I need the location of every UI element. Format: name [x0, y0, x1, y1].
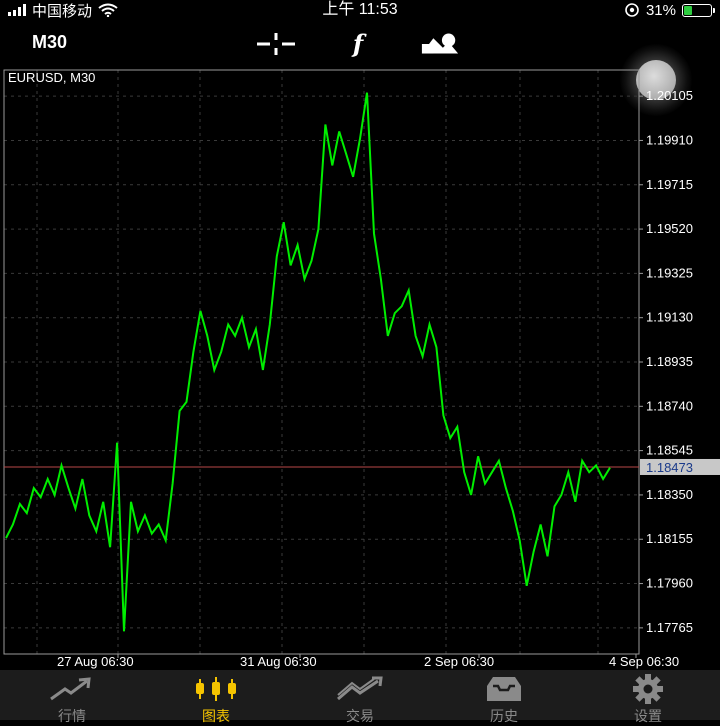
- price-tick-label: 1.18155: [646, 531, 693, 546]
- history-icon: [432, 674, 576, 704]
- price-tick-label: 1.18740: [646, 398, 693, 413]
- tab-quotes[interactable]: 行情: [0, 670, 144, 724]
- price-tick-label: 1.20105: [646, 88, 693, 103]
- time-tick-label: 2 Sep 06:30: [424, 654, 494, 669]
- function-icon[interactable]: f: [338, 28, 378, 60]
- tab-quotes-label: 行情: [58, 708, 86, 724]
- price-tick-label: 1.17960: [646, 576, 693, 591]
- tab-chart[interactable]: 图表: [144, 670, 288, 724]
- status-bar: 中国移动 上午 11:53 31%: [0, 0, 720, 20]
- time-tick-label: 27 Aug 06:30: [57, 654, 134, 669]
- chart-grid: [4, 70, 639, 654]
- chart-toolbar: M30 f: [0, 22, 720, 66]
- orientation-lock-icon: [625, 3, 639, 17]
- battery-fill: [684, 5, 692, 15]
- tab-trade[interactable]: 交易: [288, 670, 432, 724]
- price-tick-label: 1.18935: [646, 354, 693, 369]
- battery-icon: [682, 3, 715, 17]
- battery-percent: 31%: [645, 1, 676, 19]
- tab-history[interactable]: 历史: [432, 670, 576, 724]
- objects-icon[interactable]: [420, 28, 460, 60]
- tab-settings[interactable]: 设置: [576, 670, 720, 724]
- tab-trade-label: 交易: [346, 708, 374, 724]
- crosshair-icon[interactable]: [256, 28, 296, 60]
- chart-icon: [144, 674, 288, 704]
- quotes-icon: [0, 674, 144, 704]
- price-axis: 1.20105 1.19910 1.19715 1.19520 1.19325 1.191…: [639, 88, 693, 635]
- price-tick-label: 1.19130: [646, 310, 693, 325]
- price-tick-label: 1.19910: [646, 132, 693, 147]
- price-tick-label: 1.18545: [646, 443, 693, 458]
- trade-icon: [288, 674, 432, 704]
- time-axis: 27 Aug 06:30 31 Aug 06:30 2 Sep 06:30 4 Sep…: [57, 654, 679, 669]
- svg-text:f: f: [351, 30, 367, 58]
- price-chart[interactable]: EURUSD, M30 1.20105 1.19910 1.19715 1.19520…: [0, 68, 720, 670]
- status-right: 31%: [624, 0, 715, 20]
- time-tick-label: 31 Aug 06:30: [240, 654, 317, 669]
- tab-settings-label: 设置: [634, 708, 662, 724]
- time-tick-label: 4 Sep 06:30: [609, 654, 679, 669]
- price-tick-label: 1.17765: [646, 620, 693, 635]
- settings-icon: [576, 674, 720, 704]
- price-tick-label: 1.19715: [646, 177, 693, 192]
- bottom-tab-bar: 行情 图表 交易 历史 设置: [0, 670, 720, 724]
- current-price-tag: 1.18473: [640, 458, 720, 475]
- chart-symbol-label: EURUSD, M30: [8, 70, 95, 85]
- tab-history-label: 历史: [490, 708, 518, 724]
- timeframe-button[interactable]: M30: [32, 32, 67, 53]
- clock: 上午 11:53: [322, 1, 398, 18]
- price-tick-label: 1.18350: [646, 487, 693, 502]
- tab-chart-label: 图表: [202, 708, 230, 724]
- current-price-value: 1.18473: [646, 460, 693, 475]
- price-tick-label: 1.19520: [646, 221, 693, 236]
- price-tick-label: 1.19325: [646, 265, 693, 280]
